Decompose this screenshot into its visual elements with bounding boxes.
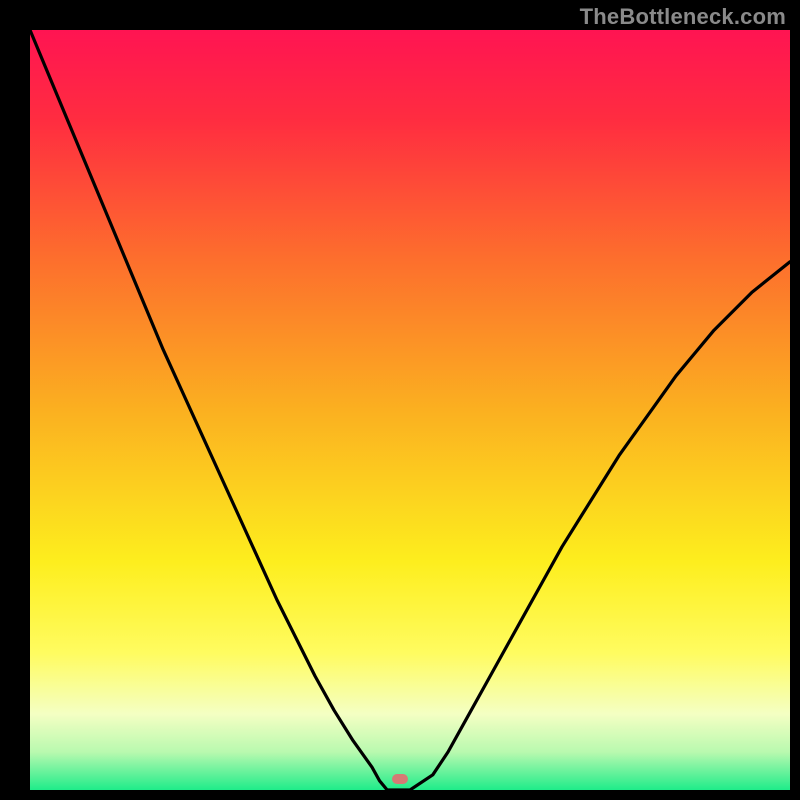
watermark-text: TheBottleneck.com [580, 4, 786, 30]
bottleneck-chart [30, 30, 790, 790]
chart-frame: TheBottleneck.com [0, 0, 800, 800]
optimum-marker [392, 774, 408, 784]
chart-background [30, 30, 790, 790]
